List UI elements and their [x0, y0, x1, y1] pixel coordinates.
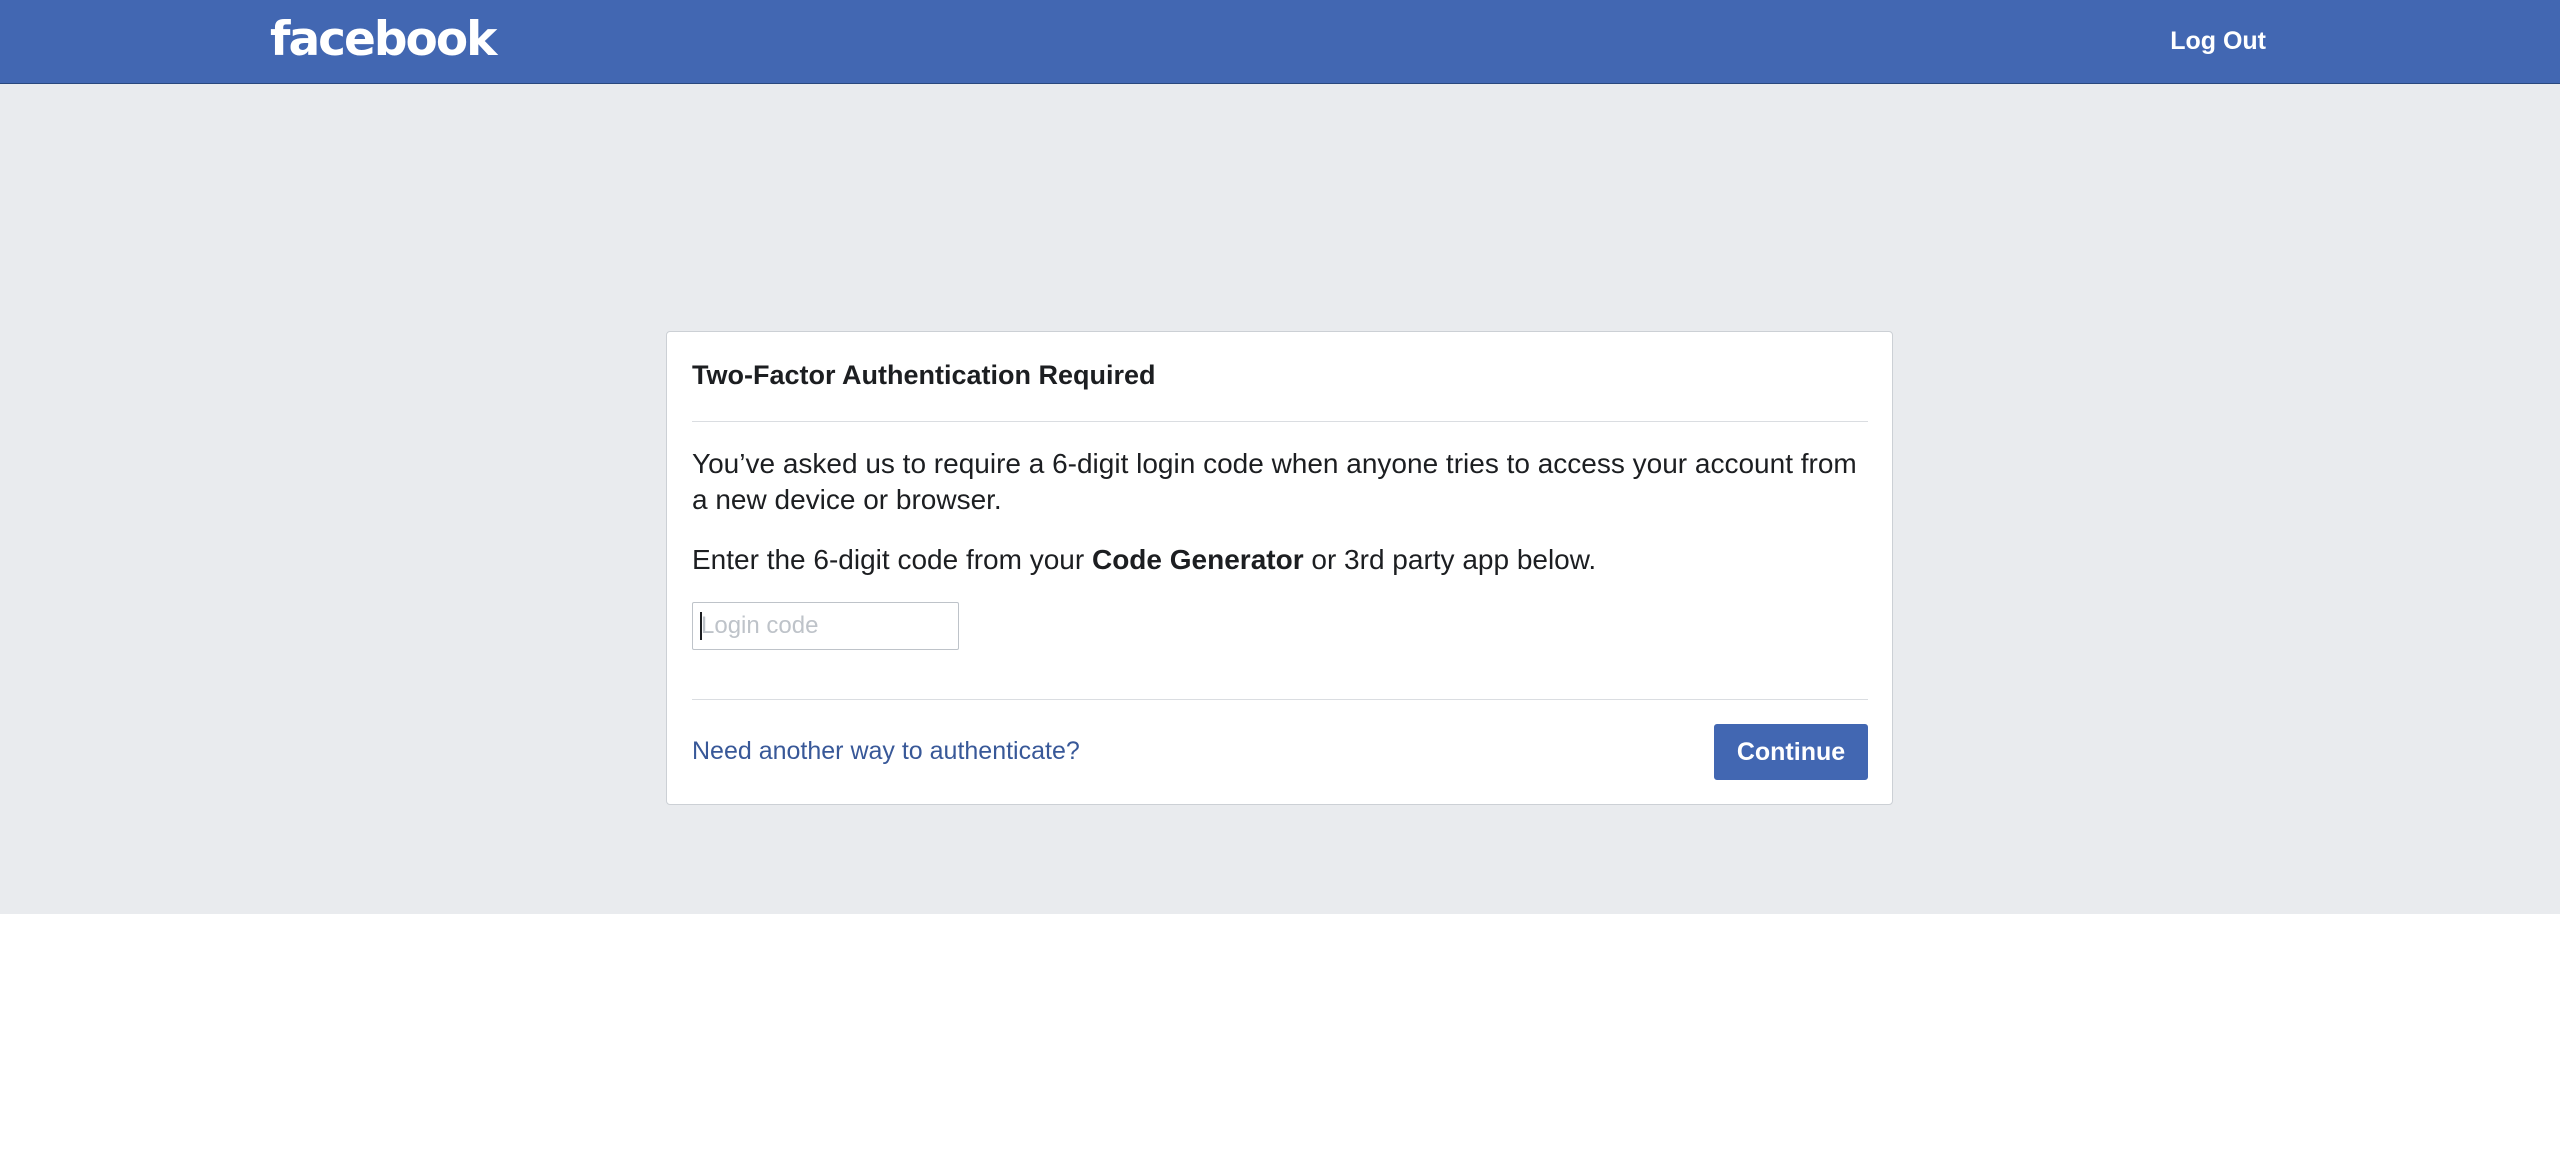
continue-button[interactable]: Continue	[1714, 724, 1868, 780]
alternate-authentication-link[interactable]: Need another way to authenticate?	[692, 735, 1080, 767]
top-navigation-bar: facebook Log Out	[0, 0, 2560, 84]
instruction-text-start: Enter the 6-digit code from your	[692, 544, 1092, 575]
card-title: Two-Factor Authentication Required	[692, 360, 1156, 390]
code-generator-label: Code Generator	[1091, 544, 1304, 575]
logout-link[interactable]: Log Out	[2170, 24, 2266, 58]
explanation-text: You’ve asked us to require a 6-digit log…	[692, 448, 1857, 515]
footer-divider	[692, 699, 1868, 700]
content-area: Two-Factor Authentication Required You’v…	[0, 84, 2560, 914]
two-factor-card: Two-Factor Authentication Required You’v…	[666, 331, 1893, 805]
text-cursor	[700, 612, 702, 640]
facebook-logo[interactable]: facebook	[270, 14, 497, 66]
login-code-input[interactable]	[692, 602, 959, 650]
title-divider	[692, 421, 1868, 422]
instruction-text: Enter the 6-digit code from your Code Ge…	[692, 542, 1872, 578]
instruction-text-end: or 3rd party app below.	[1303, 544, 1597, 575]
